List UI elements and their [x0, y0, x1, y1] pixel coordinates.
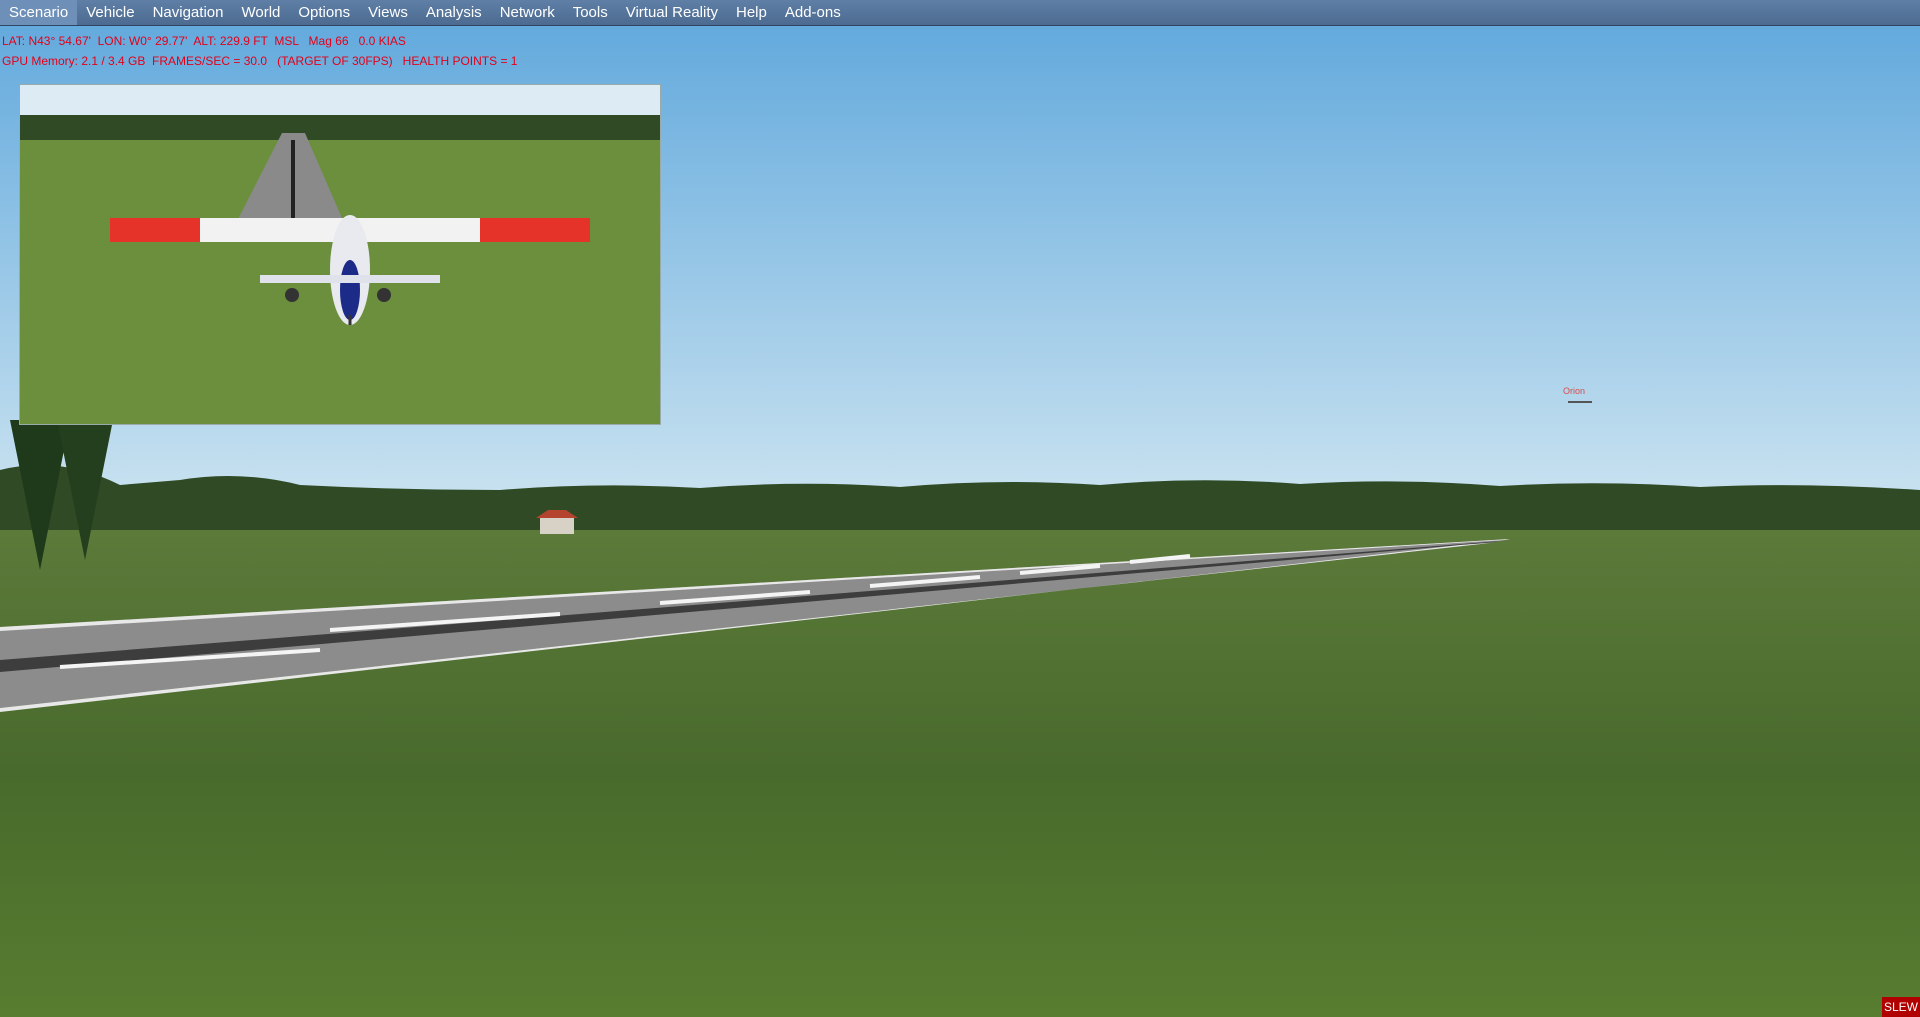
grass-field: [0, 530, 1920, 1017]
pip-scene: [20, 85, 660, 424]
menu-views[interactable]: Views: [359, 0, 417, 25]
menu-world[interactable]: World: [232, 0, 289, 25]
ai-traffic-label: Orion: [1563, 386, 1586, 396]
menu-help[interactable]: Help: [727, 0, 776, 25]
slew-indicator: SLEW: [1882, 997, 1920, 1017]
menu-bar: Scenario Vehicle Navigation World Option…: [0, 0, 1920, 26]
position-readout: LAT: N43° 54.67' LON: W0° 29.77' ALT: 22…: [2, 34, 406, 48]
menu-vehicle[interactable]: Vehicle: [77, 0, 143, 25]
picture-in-picture-view[interactable]: [19, 84, 661, 425]
menu-virtual-reality[interactable]: Virtual Reality: [617, 0, 727, 25]
menu-tools[interactable]: Tools: [564, 0, 617, 25]
menu-network[interactable]: Network: [491, 0, 564, 25]
menu-options[interactable]: Options: [289, 0, 359, 25]
menu-analysis[interactable]: Analysis: [417, 0, 491, 25]
menu-scenario[interactable]: Scenario: [0, 0, 78, 25]
performance-readout: GPU Memory: 2.1 / 3.4 GB FRAMES/SEC = 30…: [2, 54, 518, 68]
control-tower: [540, 518, 574, 534]
menu-navigation[interactable]: Navigation: [144, 0, 233, 25]
menu-add-ons[interactable]: Add-ons: [776, 0, 850, 25]
